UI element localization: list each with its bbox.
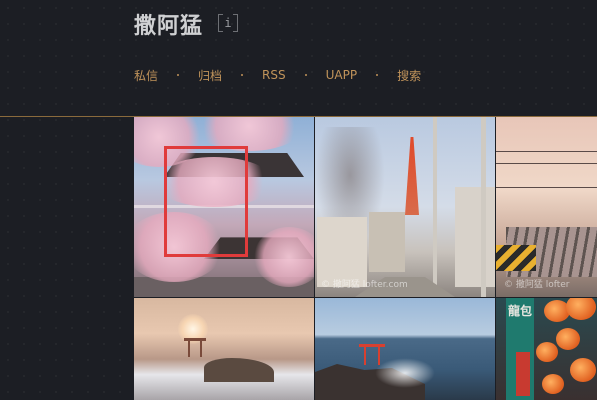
site-header: 撒阿猛 i 私信 归档 RSS UAPP 搜索 — [0, 0, 597, 117]
nav-item-archive[interactable]: 归档 — [198, 67, 222, 84]
nav-separator — [241, 74, 244, 76]
nav-item-rss[interactable]: RSS — [262, 68, 286, 82]
highlight-box — [164, 146, 248, 257]
nav-separator — [177, 74, 180, 76]
photo-cherry-blossom-temple[interactable] — [134, 117, 314, 297]
nav-item-search[interactable]: 搜索 — [397, 67, 421, 84]
nav-item-messages[interactable]: 私信 — [134, 67, 158, 84]
photo-torii-waves-sunset[interactable] — [134, 298, 314, 400]
photo-grid: © 撒阿猛 lofter.com © 撒阿猛 lofter 龍包 — [134, 117, 597, 400]
nav-menu: 私信 归档 RSS UAPP 搜索 — [134, 66, 421, 84]
photo-sea-torii-rocks[interactable] — [315, 298, 495, 400]
photo-street-tokyo-tower[interactable]: © 撒阿猛 lofter.com — [315, 117, 495, 297]
photo-railroad-crossing[interactable]: © 撒阿猛 lofter — [496, 117, 597, 297]
page: 撒阿猛 i 私信 归档 RSS UAPP 搜索 © 撒阿猛 lofter.com… — [0, 0, 597, 400]
nav-item-uapp[interactable]: UAPP — [326, 68, 357, 82]
nav-separator — [304, 74, 307, 76]
site-title[interactable]: 撒阿猛 — [134, 8, 203, 40]
photo-watermark: © 撒阿猛 lofter — [504, 280, 570, 290]
photo-lantern-street-sign[interactable]: 龍包 — [496, 298, 597, 400]
nav-separator — [376, 74, 379, 76]
torii-icon — [184, 338, 206, 359]
info-button[interactable]: i — [218, 14, 238, 32]
photo-watermark: © 撒阿猛 lofter.com — [321, 280, 408, 290]
shop-sign-text: 龍包 — [507, 304, 532, 318]
